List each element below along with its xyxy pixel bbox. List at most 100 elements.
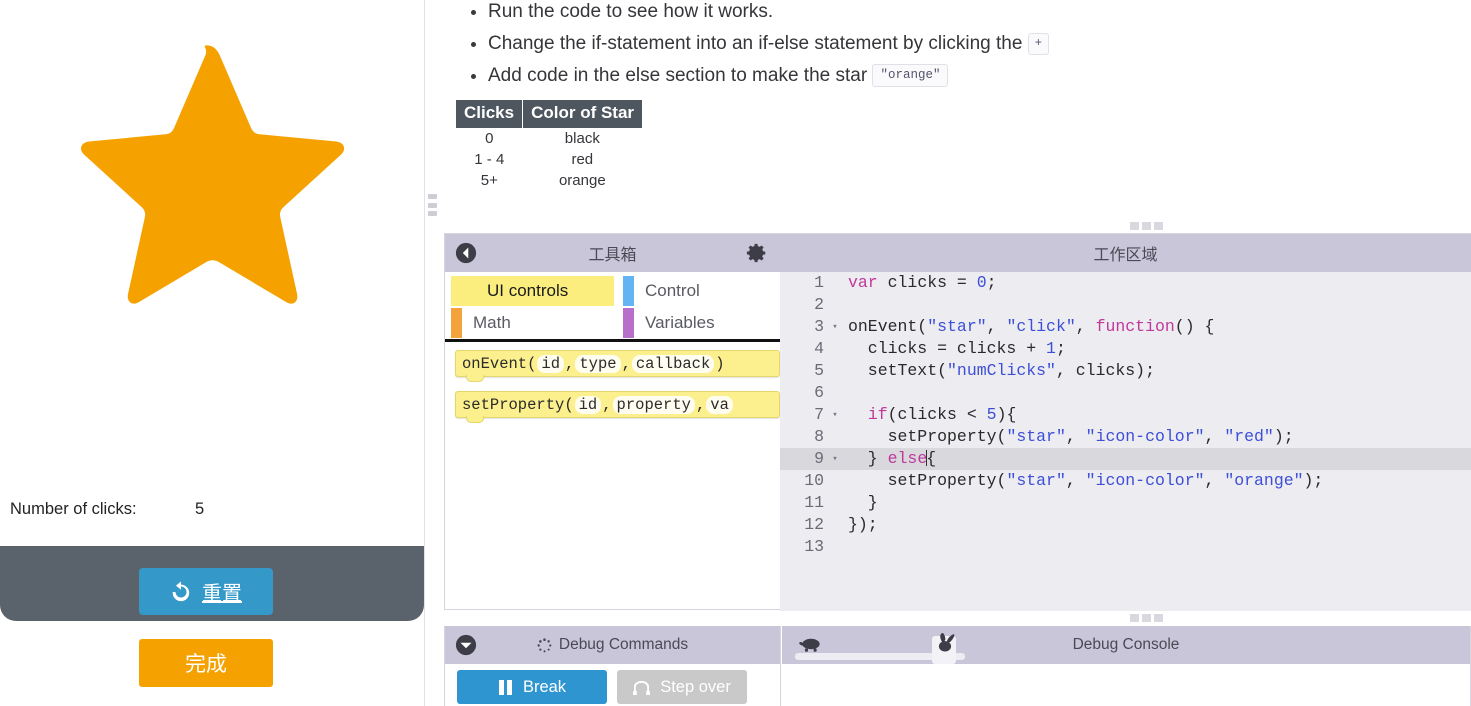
debug-commands-header: Debug Commands: [445, 626, 780, 664]
handle-dot: [428, 194, 437, 199]
editor-line[interactable]: 7 ▾ if(clicks < 5){: [780, 404, 1471, 426]
category-label: UI controls: [487, 281, 569, 300]
orange-code-badge: "orange": [872, 64, 949, 88]
category-swatch: [451, 308, 462, 338]
debug-resize-handle[interactable]: [1130, 614, 1164, 622]
toolbox-categories: UI controls Control Math Variables: [445, 272, 780, 342]
editor-line[interactable]: 11 }: [780, 492, 1471, 514]
line-code: if(clicks < 5){: [867, 405, 1017, 425]
instruction-item: Run the code to see how it works.: [488, 0, 1049, 28]
debug-console-output[interactable]: [782, 664, 1470, 706]
line-number: 6: [814, 383, 824, 402]
break-button[interactable]: Break: [457, 670, 607, 704]
finish-button[interactable]: 完成: [139, 639, 273, 687]
editor-line[interactable]: 1 var clicks = 0;: [780, 272, 1471, 294]
block-text: ): [715, 354, 725, 373]
gear-icon[interactable]: [746, 242, 768, 264]
category-swatch: [623, 276, 634, 306]
handle-dot: [428, 211, 437, 216]
line-code: }: [848, 493, 878, 512]
back-arrow-icon[interactable]: [455, 242, 477, 264]
editor-line[interactable]: 12});: [780, 514, 1471, 536]
toolbox-category-math[interactable]: Math: [451, 308, 511, 338]
cell-clicks: 5+: [480, 172, 498, 189]
handle-dot: [428, 202, 437, 208]
clicks-value: 5: [195, 500, 205, 518]
line-number: 1: [814, 273, 824, 292]
cell-color: red: [571, 151, 594, 168]
line-number: 12: [804, 515, 824, 534]
step-over-icon: [633, 680, 651, 695]
star-icon[interactable]: [68, 42, 346, 310]
editor-line[interactable]: 4 clicks = clicks + 1;: [780, 338, 1471, 360]
ide-area: 工具箱 UI controls Control Math Variables o…: [440, 216, 1471, 706]
spinner-icon: [537, 637, 552, 652]
chevron-down-icon[interactable]: [455, 634, 477, 656]
editor-line[interactable]: 6: [780, 382, 1471, 404]
editor-line[interactable]: 10 setProperty("star", "icon-color", "or…: [780, 470, 1471, 492]
category-swatch: [623, 308, 634, 338]
block-text: ,: [695, 395, 706, 414]
line-code: setText("numClicks", clicks);: [848, 361, 1155, 380]
instruction-text: Run the code to see how it works.: [488, 1, 774, 22]
toolbox-panel: 工具箱 UI controls Control Math Variables o…: [444, 233, 781, 610]
reset-button[interactable]: 重置: [139, 568, 273, 615]
line-code: });: [848, 515, 878, 534]
handle-dot: [1130, 614, 1139, 622]
editor-line[interactable]: 9 ▾ } else{: [780, 448, 1471, 470]
editor-line[interactable]: 8 setProperty("star", "icon-color", "red…: [780, 426, 1471, 448]
line-code: } else{: [848, 449, 937, 469]
editor-line[interactable]: 3 ▾ onEvent("star", "click", function() {: [780, 316, 1471, 338]
fold-toggle[interactable]: ▾: [828, 316, 842, 338]
instruction-item: Add code in the else section to make the…: [488, 60, 1049, 92]
editor-line[interactable]: 13: [780, 536, 1471, 558]
toolbox-category-ui-controls[interactable]: UI controls: [451, 276, 614, 306]
line-number: 9: [814, 449, 824, 469]
fold-toggle[interactable]: ▾: [828, 404, 842, 426]
block-slot: id: [537, 354, 565, 373]
clicks-readout: Number of clicks: 5: [10, 500, 410, 526]
debug-button-row: Break Step over: [445, 664, 780, 704]
handle-dot: [1142, 614, 1151, 622]
toolbox-block-onevent[interactable]: onEvent(id, type, callback): [455, 350, 780, 382]
debug-console-header: Debug Console: [782, 626, 1470, 664]
handle-dot: [1130, 222, 1139, 230]
break-button-label: Break: [522, 677, 567, 696]
workspace-resize-handle[interactable]: [1130, 222, 1164, 230]
toolbox-category-control[interactable]: Control: [623, 276, 700, 306]
code-editor[interactable]: 1 var clicks = 0; 2 3 ▾ onEvent("star", "clic…: [780, 272, 1471, 611]
column-header-color: Color of Star: [522, 100, 643, 128]
toolbox-block-list: onEvent(id, type, callback) setProperty(…: [445, 342, 780, 609]
execution-speed-slider[interactable]: [792, 630, 967, 664]
block-slot: va: [706, 395, 733, 414]
pause-icon: [498, 679, 512, 695]
toolbox-header: 工具箱: [445, 234, 780, 272]
editor-line[interactable]: 5 setText("numClicks", clicks);: [780, 360, 1471, 382]
debug-commands-panel: Debug Commands Break Step over: [444, 626, 781, 706]
debug-area: Debug Commands Break Step over Debug Con…: [444, 626, 1471, 706]
cell-clicks: 1 - 4: [474, 151, 505, 168]
line-code: var clicks = 0;: [848, 273, 997, 292]
reset-button-label: 重置: [202, 583, 242, 605]
instruction-bullets: Run the code to see how it works. Change…: [458, 0, 1049, 92]
fold-toggle[interactable]: ▾: [828, 448, 842, 470]
instruction-text: Add code in the else section to make the…: [488, 65, 868, 86]
clicks-label: Number of clicks:: [10, 500, 137, 518]
toolbox-block-setproperty[interactable]: setProperty(id, property, va: [455, 391, 780, 423]
toolbox-title: 工具箱: [588, 247, 637, 264]
toolbox-category-variables[interactable]: Variables: [623, 308, 715, 338]
app-stage: Number of clicks: 5: [0, 0, 424, 545]
editor-line[interactable]: 2: [780, 294, 1471, 316]
panel-resize-handle[interactable]: [428, 194, 438, 216]
turtle-icon: [799, 638, 820, 652]
block-text: ,: [621, 354, 631, 373]
table-row: 1 - 4 red: [456, 149, 642, 170]
handle-dot: [1142, 222, 1151, 230]
step-over-button[interactable]: Step over: [617, 670, 747, 704]
line-number: 13: [804, 537, 824, 556]
block-slot: id: [574, 395, 602, 414]
line-number: 5: [814, 361, 824, 380]
block-text: ,: [565, 354, 575, 373]
instruction-item: Change the if-statement into an if-else …: [488, 28, 1049, 60]
block-slot: property: [612, 395, 695, 414]
